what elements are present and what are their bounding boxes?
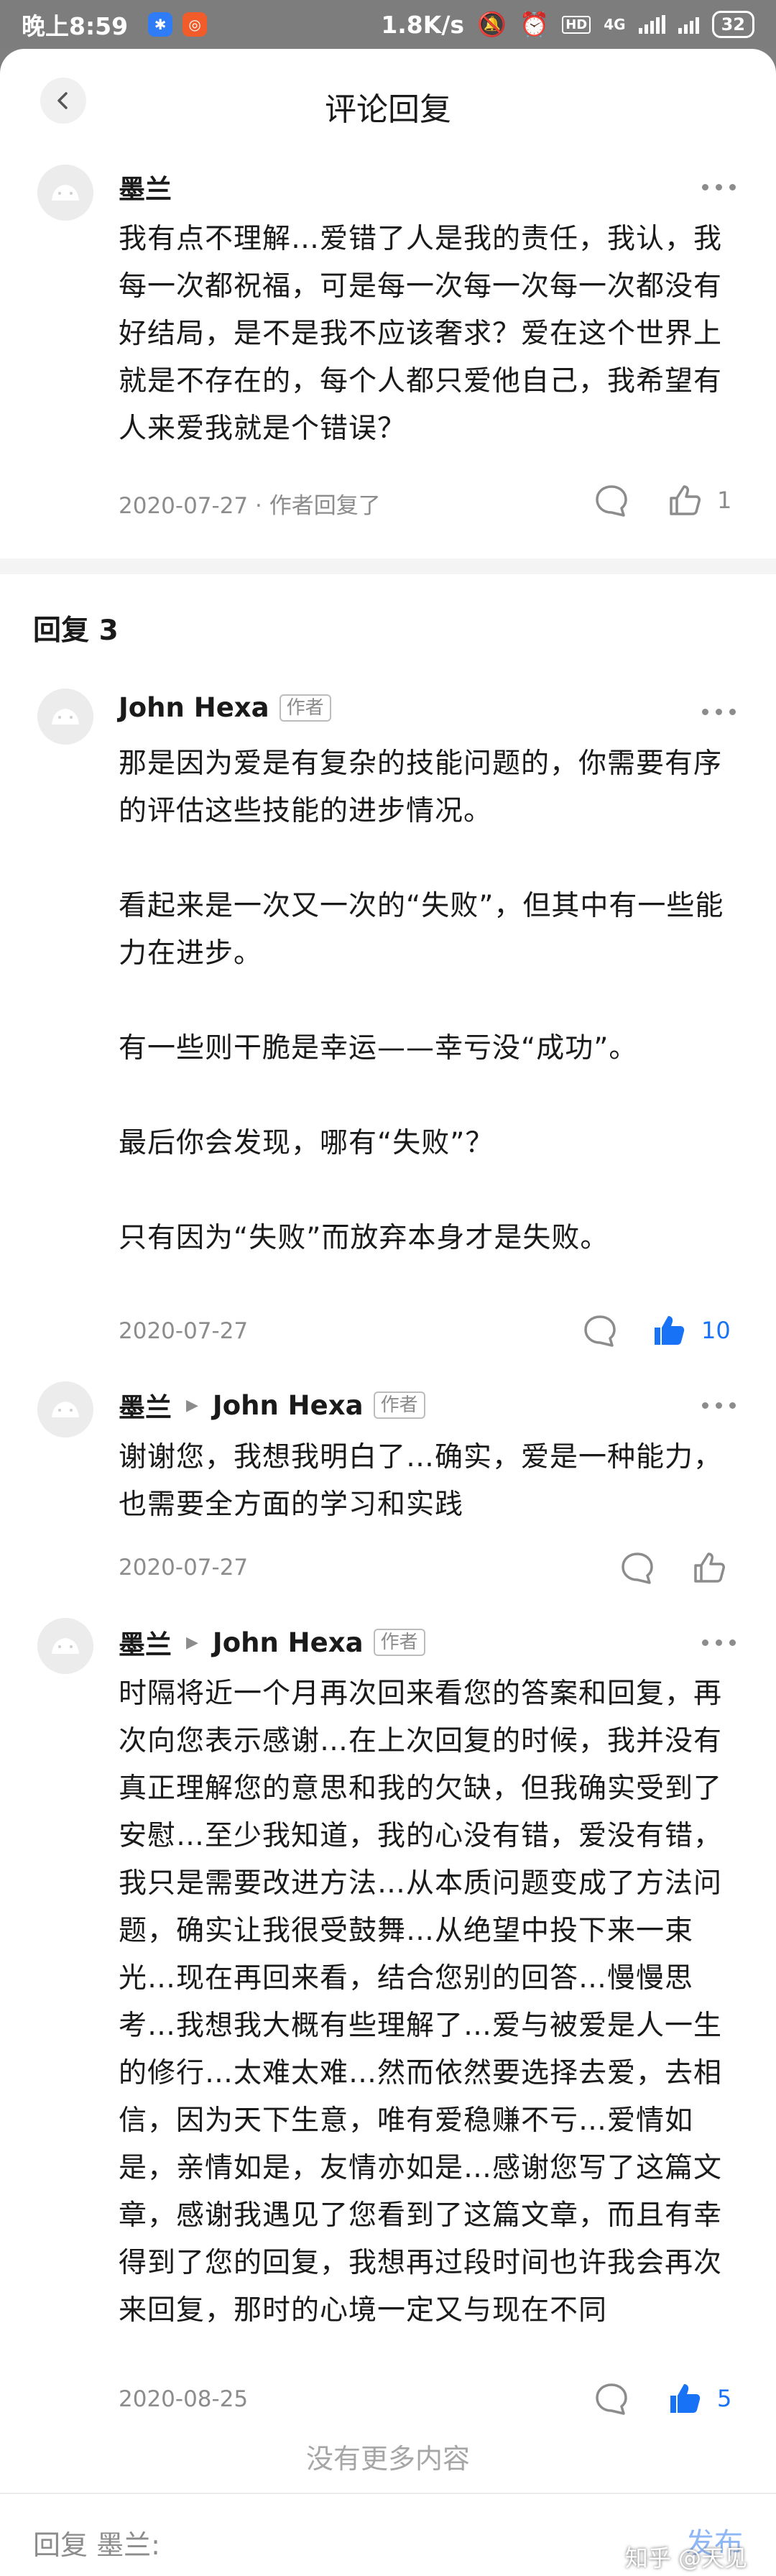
thumbs-up-filled-icon bbox=[670, 2384, 701, 2413]
comment-bubble-icon[interactable] bbox=[593, 2380, 629, 2416]
thumbs-up-filled-icon bbox=[655, 1316, 685, 1345]
alarm-icon: ⏰ bbox=[519, 10, 550, 38]
more-options-button[interactable] bbox=[702, 1639, 736, 1646]
hd-indicator: HD bbox=[562, 15, 591, 34]
reply-to-name[interactable]: John Hexa bbox=[213, 1390, 364, 1421]
default-avatar-icon bbox=[37, 1381, 93, 1438]
comment-date: 2020-07-27 bbox=[119, 1555, 249, 1581]
comment-paragraph: 那是因为爱是有复杂的技能问题的，你需要有序的评估这些技能的进步情况。 bbox=[119, 748, 723, 827]
reply-input-bar: 回复 墨兰: 发布 知乎 @天见 bbox=[0, 2493, 776, 2576]
status-bar: 晚上8:59 ✱ ◎ 1.8K/s 🔕 ⏰ HD 4G 32 bbox=[0, 0, 776, 49]
reply-input[interactable]: 回复 墨兰: bbox=[33, 2523, 160, 2562]
avatar[interactable] bbox=[37, 689, 93, 745]
battery-indicator: 32 bbox=[711, 11, 754, 38]
like-button[interactable]: 5 bbox=[667, 2380, 731, 2416]
comment-bubble-icon[interactable] bbox=[593, 482, 629, 518]
signal-icon-2 bbox=[678, 15, 699, 34]
comment-paragraph: 有一些则干脆是幸运——幸亏没“成功”。 bbox=[119, 1032, 638, 1064]
default-avatar-icon bbox=[37, 165, 93, 221]
reply-arrow-icon: ▶ bbox=[186, 1396, 198, 1414]
more-options-button[interactable] bbox=[702, 184, 736, 190]
more-options-button[interactable] bbox=[702, 709, 736, 715]
comment-text: 那是因为爱是有复杂的技能问题的，你需要有序的评估这些技能的进步情况。 看起来是一… bbox=[119, 740, 736, 1262]
thumbs-up-icon bbox=[694, 1552, 725, 1583]
comment-text: 谢谢您，我想我明白了…确实，爱是一种能力，也需要全方面的学习和实践 bbox=[119, 1441, 723, 1521]
comment-text: 时隔将近一个月再次回来看您的答案和回复，再次向您表示感谢…在上次回复的时候，我并… bbox=[119, 1678, 723, 2327]
like-button[interactable] bbox=[691, 1550, 727, 1586]
comment-date: 2020-08-25 bbox=[119, 2386, 249, 2412]
reply-header: 墨兰 ▶ John Hexa 作者 bbox=[119, 1623, 425, 1662]
avatar[interactable] bbox=[37, 165, 93, 221]
author-name[interactable]: 墨兰 bbox=[119, 1386, 172, 1425]
author-badge: 作者 bbox=[373, 1392, 425, 1419]
comment-reply-sheet: 评论回复 墨兰 我有点不理解…爱错了人是我的责任，我认，我每一次都祝福，可是每一… bbox=[0, 49, 776, 2576]
author-badge: 作者 bbox=[373, 1629, 425, 1656]
network-type: 4G bbox=[604, 16, 626, 33]
more-options-button[interactable] bbox=[702, 1402, 736, 1409]
comment-text: 我有点不理解…爱错了人是我的责任，我认，我每一次都祝福，可是每一次每一次每一次都… bbox=[119, 223, 723, 445]
avatar[interactable] bbox=[37, 1618, 93, 1674]
replies-section-title: 回复 3 bbox=[33, 615, 119, 647]
default-avatar-icon bbox=[37, 689, 93, 745]
comment-bubble-icon[interactable] bbox=[582, 1312, 618, 1348]
default-avatar-icon bbox=[37, 1618, 93, 1674]
section-divider bbox=[0, 558, 776, 574]
like-count: 1 bbox=[717, 487, 732, 514]
reply-arrow-icon: ▶ bbox=[186, 1633, 198, 1652]
author-name-text: John Hexa bbox=[119, 692, 269, 723]
reply-header: 墨兰 ▶ John Hexa 作者 bbox=[119, 1386, 425, 1425]
author-badge: 作者 bbox=[279, 694, 331, 722]
mute-icon: 🔕 bbox=[477, 10, 507, 38]
author-name[interactable]: John Hexa 作者 bbox=[119, 692, 331, 723]
comment-date: 2020-07-27 bbox=[119, 1318, 249, 1344]
comment-paragraph: 最后你会发现，哪有“失败”？ bbox=[119, 1127, 494, 1159]
page-title: 评论回复 bbox=[325, 91, 451, 128]
like-button[interactable]: 1 bbox=[667, 482, 731, 518]
reply-to-name[interactable]: John Hexa bbox=[213, 1627, 364, 1658]
no-more-content: 没有更多内容 bbox=[305, 2443, 470, 2475]
avatar[interactable] bbox=[37, 1381, 93, 1438]
comment-date: 2020-07-27 · 作者回复了 bbox=[119, 493, 381, 519]
author-name[interactable]: 墨兰 bbox=[119, 1623, 172, 1662]
watermark: 知乎 @天见 bbox=[624, 2544, 747, 2572]
status-time: 晚上8:59 bbox=[22, 12, 129, 40]
signal-icon bbox=[638, 15, 665, 34]
comment-paragraph: 看起来是一次又一次的“失败”，但其中有一些能力在进步。 bbox=[119, 890, 724, 970]
app-notification-icon: ✱ bbox=[148, 12, 173, 37]
comment-bubble-icon[interactable] bbox=[619, 1550, 655, 1586]
like-count: 5 bbox=[717, 2385, 732, 2412]
net-speed: 1.8K/s bbox=[381, 10, 465, 39]
comment-paragraph: 只有因为“失败”而放弃本身才是失败。 bbox=[119, 1222, 609, 1254]
like-count: 10 bbox=[701, 1317, 731, 1344]
like-button[interactable]: 10 bbox=[651, 1312, 731, 1348]
sheet-header: 评论回复 bbox=[0, 49, 776, 157]
app-notification-icon-2: ◎ bbox=[183, 12, 208, 37]
thumbs-up-icon bbox=[670, 485, 701, 515]
author-name[interactable]: 墨兰 bbox=[119, 167, 172, 206]
